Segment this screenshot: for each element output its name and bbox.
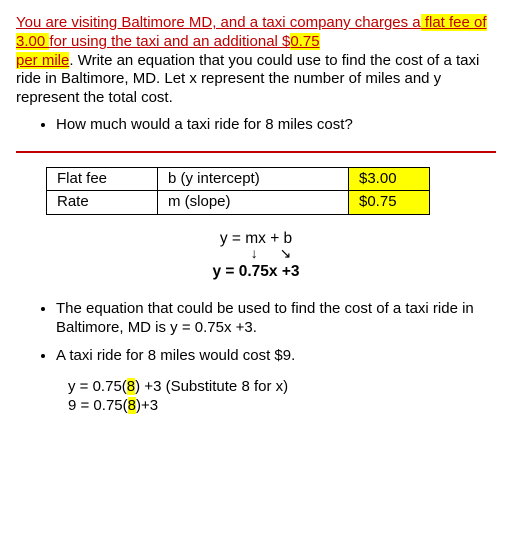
cell-rate-label: Rate <box>47 191 158 215</box>
cell-flatfee-value: $3.00 <box>349 167 430 191</box>
variable-table: Flat fee b (y intercept) $3.00 Rate m (s… <box>46 167 430 216</box>
problem-statement: You are visiting Baltimore MD, and a tax… <box>16 14 496 108</box>
table-row: Flat fee b (y intercept) $3.00 <box>47 167 430 191</box>
work1-post: ) +3 (Substitute 8 for x) <box>135 378 288 395</box>
work1-pre: y = 0.75( <box>68 378 127 395</box>
answer-list: The equation that could be used to find … <box>16 300 496 366</box>
arrow-down-right-icon: ↘ <box>280 245 292 261</box>
work2-pre: 9 = 0.75( <box>68 397 128 414</box>
work2-post: )+3 <box>136 397 158 414</box>
question-bullet: How much would a taxi ride for 8 miles c… <box>56 116 496 135</box>
problem-text-1: You are visiting Baltimore MD, and a tax… <box>16 14 421 31</box>
arrow-row: ↓ ↘ <box>16 248 496 262</box>
cell-b-desc: b (y intercept) <box>158 167 349 191</box>
cell-rate-value: $0.75 <box>349 191 430 215</box>
arrow-down-icon: ↓ <box>251 245 258 261</box>
table-row: Rate m (slope) $0.75 <box>47 191 430 215</box>
work1-sub-highlight: 8 <box>127 378 135 395</box>
problem-text-3: . Write an equation that you could use t… <box>16 52 479 107</box>
question-list: How much would a taxi ride for 8 miles c… <box>16 116 496 135</box>
section-divider <box>16 151 496 153</box>
specific-equation: y = 0.75x +3 <box>16 262 496 281</box>
problem-text-2: for using the taxi and an additional $ <box>49 33 290 50</box>
answer-equation-bullet: The equation that could be used to find … <box>56 300 496 338</box>
work-line-1: y = 0.75(8) +3 (Substitute 8 for x) <box>68 378 496 397</box>
rate-highlight-a: 0.75 <box>290 33 319 50</box>
rate-highlight-b: per mile <box>16 52 69 69</box>
answer-cost-bullet: A taxi ride for 8 miles would cost $9. <box>56 347 496 366</box>
work-line-2: 9 = 0.75(8)+3 <box>68 397 496 416</box>
equation-block: y = mx + b ↓ ↘ y = 0.75x +3 <box>16 229 496 282</box>
cell-flatfee-label: Flat fee <box>47 167 158 191</box>
substitution-work: y = 0.75(8) +3 (Substitute 8 for x) 9 = … <box>68 378 496 416</box>
work2-sub-highlight: 8 <box>128 397 136 414</box>
cell-m-desc: m (slope) <box>158 191 349 215</box>
